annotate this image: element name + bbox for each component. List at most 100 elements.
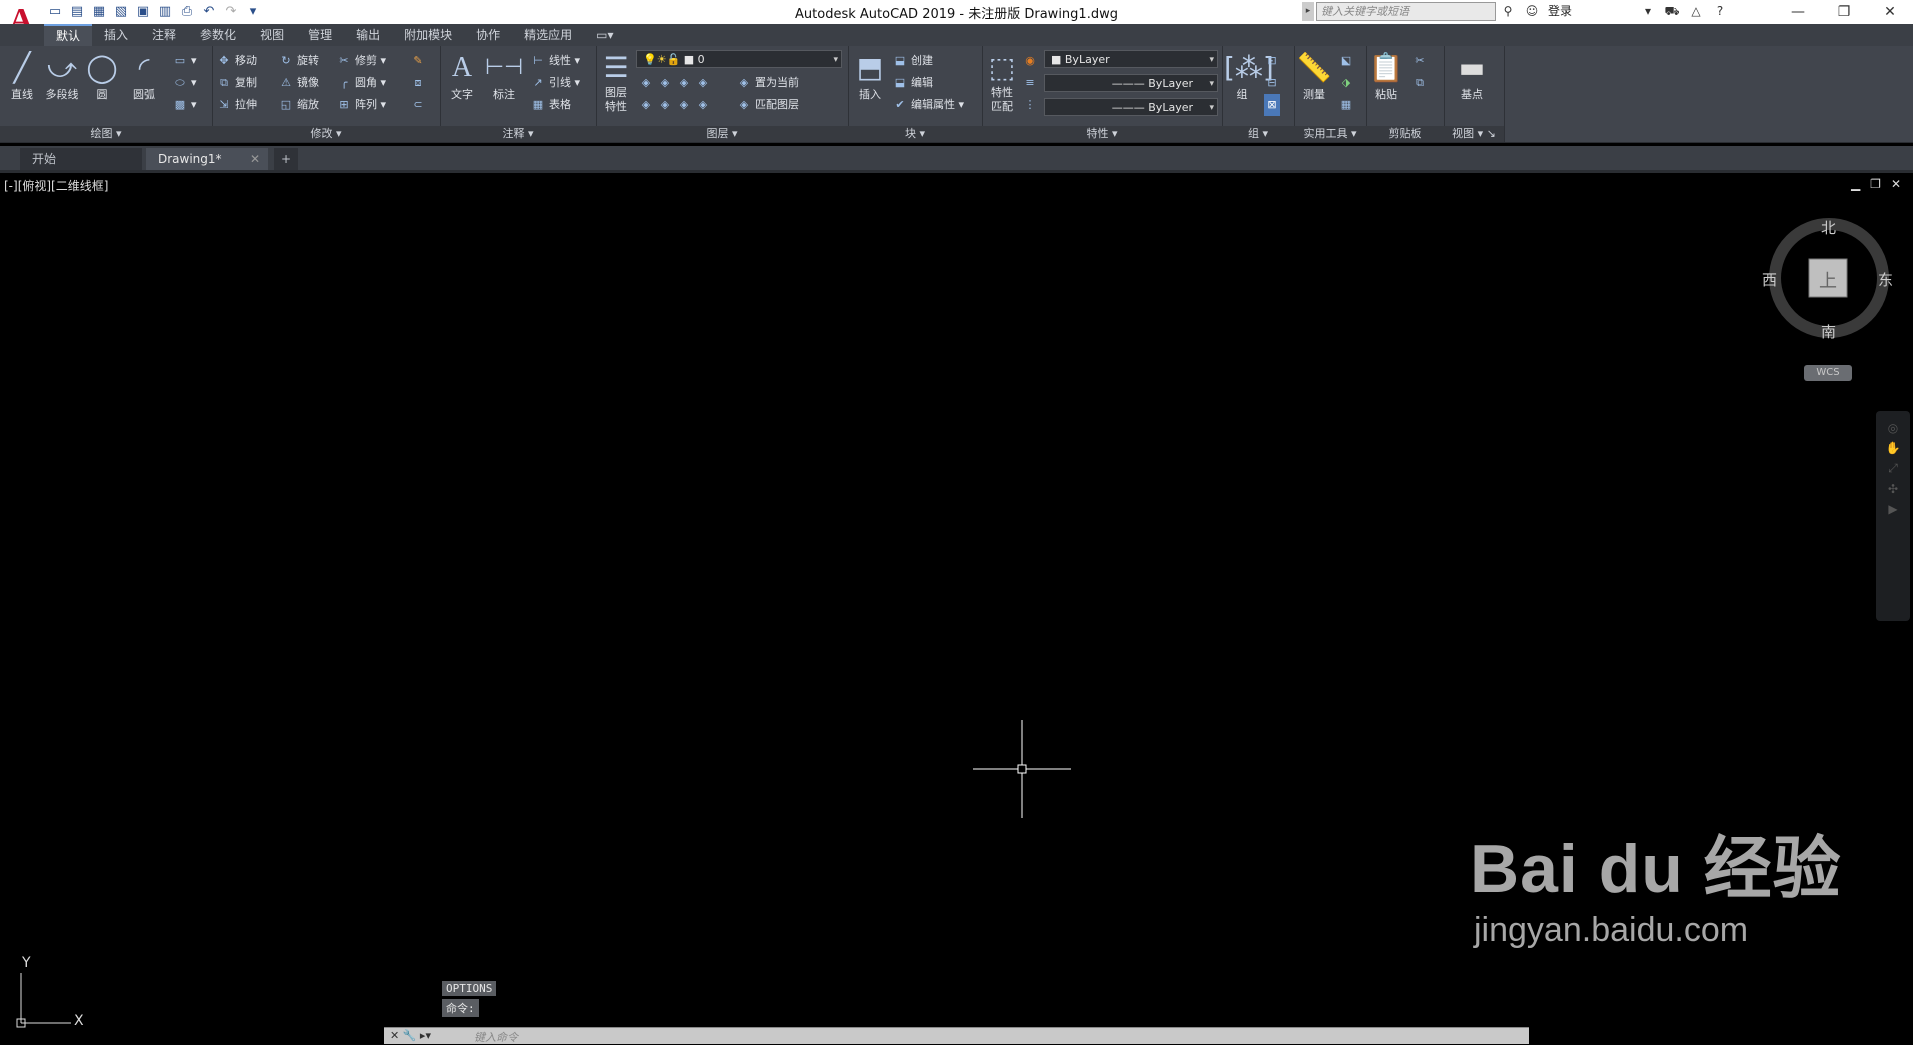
viewcube[interactable]: 北 南 西 东 上 <box>1762 215 1893 342</box>
array-button[interactable]: ⊞ 阵列 ▾ <box>336 94 386 116</box>
tab-parametric[interactable]: 参数化 <box>188 24 248 46</box>
erase-button[interactable]: ✎ <box>410 50 429 72</box>
tab-collaborate[interactable]: 协作 <box>464 24 512 46</box>
table-button[interactable]: ▦ 表格 <box>530 94 571 116</box>
layer-properties-button[interactable]: ☰ 图层特性 <box>598 50 634 114</box>
panel-title-groups[interactable]: 组 ▾ <box>1222 126 1294 142</box>
steering-wheel-icon[interactable]: ◎ <box>1888 421 1898 435</box>
close-icon[interactable]: ✕ <box>1867 0 1913 24</box>
panel-title-view[interactable]: 视图 ▾ ↘ <box>1444 126 1504 142</box>
mirror-button[interactable]: ⚠ 镜像 <box>278 72 319 94</box>
paste-button[interactable]: 📋 粘贴 <box>1368 50 1404 102</box>
panel-title-layers[interactable]: 图层 ▾ <box>596 126 848 142</box>
vp-close-icon[interactable]: ✕ <box>1891 177 1901 191</box>
search-input[interactable]: 键入关键字或短语 <box>1316 2 1496 21</box>
login-link[interactable]: 登录 <box>1548 2 1572 19</box>
tab-annotate[interactable]: 注释 <box>140 24 188 46</box>
base-button[interactable]: ▬ 基点 <box>1450 50 1494 102</box>
tab-view[interactable]: 视图 <box>248 24 296 46</box>
exchange-icon[interactable]: △ <box>1688 3 1704 19</box>
wcs-menu[interactable]: WCS <box>1804 365 1852 381</box>
binoculars-icon[interactable]: ⚲ <box>1500 3 1516 19</box>
panel-title-properties[interactable]: 特性 ▾ <box>982 126 1222 142</box>
text-button[interactable]: A 文字 <box>442 50 482 102</box>
edit-block-button[interactable]: ⬓ 编辑 <box>892 72 933 94</box>
user-icon[interactable]: ☺ <box>1524 3 1540 19</box>
tab-manage[interactable]: 管理 <box>296 24 344 46</box>
polyline-button[interactable]: ⤻ 多段线 <box>42 50 82 102</box>
new-tab-button[interactable]: + <box>274 148 298 170</box>
panel-title-utilities[interactable]: 实用工具 ▾ <box>1294 126 1366 142</box>
line-button[interactable]: ╱ 直线 <box>2 50 42 102</box>
create-block-button[interactable]: ⬓ 创建 <box>892 50 933 72</box>
panel-title-clipboard[interactable]: 剪贴板 <box>1366 126 1444 142</box>
stretch-button[interactable]: ⇲ 拉伸 <box>216 94 257 116</box>
zoom-extents-icon[interactable]: ⤢ <box>1888 461 1898 476</box>
cmdline-settings-icon[interactable]: 🔧 <box>403 1029 417 1042</box>
group-button[interactable]: [⁂] 组 <box>1224 50 1274 102</box>
quick-select-icon[interactable]: ⬕ <box>1338 50 1357 72</box>
cut-icon[interactable]: ✂ <box>1412 50 1431 72</box>
layer-combo[interactable]: 💡☀🔓 ■ 0 ▾ <box>636 50 842 68</box>
calculator-icon[interactable]: ▦ <box>1338 94 1357 116</box>
ungroup-icon[interactable]: ⊡ <box>1264 50 1283 72</box>
pan-icon[interactable]: ✋ <box>1886 441 1901 455</box>
dimension-button[interactable]: ⊢⊣ 标注 <box>484 50 524 102</box>
restore-icon[interactable]: ❐ <box>1821 0 1867 24</box>
tab-insert[interactable]: 插入 <box>92 24 140 46</box>
explode-button[interactable]: ⧈ <box>410 72 429 94</box>
minimize-icon[interactable]: — <box>1775 0 1821 24</box>
set-current-button[interactable]: ◈ 置为当前 <box>736 72 799 94</box>
command-line[interactable]: ✕ 🔧 ▸▾ 键入命令 <box>384 1027 1529 1044</box>
circle-button[interactable]: ◯ 圆 <box>82 50 122 102</box>
measure-button[interactable]: 📏 测量 <box>1296 50 1332 102</box>
select-all-icon[interactable]: ⬗ <box>1338 72 1357 94</box>
rectangle-button[interactable]: ▭ ▾ <box>172 50 197 72</box>
viewcube-south[interactable]: 南 <box>1821 321 1836 342</box>
search-expand-icon[interactable]: ▸ <box>1302 2 1314 21</box>
panel-title-annotation[interactable]: 注释 ▾ <box>440 126 596 142</box>
cmdline-close-icon[interactable]: ✕ <box>390 1029 399 1042</box>
move-button[interactable]: ✥ 移动 <box>216 50 257 72</box>
leader-button[interactable]: ↗ 引线 ▾ <box>530 72 580 94</box>
login-dropdown-icon[interactable]: ▾ <box>1640 3 1656 19</box>
ellipse-button[interactable]: ⬭ ▾ <box>172 72 196 94</box>
panel-title-draw[interactable]: 绘图 ▾ <box>0 126 212 142</box>
panel-title-block[interactable]: 块 ▾ <box>848 126 982 142</box>
ribbon-options-icon[interactable]: ▭▾ <box>584 24 625 46</box>
group-edit-icon[interactable]: ⊟ <box>1264 72 1283 94</box>
command-input[interactable]: 键入命令 <box>474 1029 518 1045</box>
arc-button[interactable]: ◜ 圆弧 <box>124 50 164 102</box>
help-icon[interactable]: ? <box>1712 3 1728 19</box>
scale-button[interactable]: ◱ 缩放 <box>278 94 319 116</box>
tab-featured-apps[interactable]: 精选应用 <box>512 24 584 46</box>
tab-output[interactable]: 输出 <box>344 24 392 46</box>
color-combo[interactable]: ■ ByLayer ▾ <box>1044 50 1218 68</box>
copy-button[interactable]: ⧉ 复制 <box>216 72 257 94</box>
cmdline-recent-icon[interactable]: ▸▾ <box>420 1029 431 1042</box>
lineweight-combo[interactable]: ——— ByLayer ▾ <box>1044 98 1218 116</box>
tab-addins[interactable]: 附加模块 <box>392 24 464 46</box>
layer-tools-row1[interactable]: ◈ ◈ ◈ ◈ <box>638 72 714 94</box>
vp-restore-icon[interactable]: ❐ <box>1870 177 1881 191</box>
panel-title-modify[interactable]: 修改 ▾ <box>212 126 440 142</box>
copy-clip-icon[interactable]: ⧉ <box>1412 72 1431 94</box>
linear-dim-button[interactable]: ⊢ 线性 ▾ <box>530 50 580 72</box>
rotate-button[interactable]: ↻ 旋转 <box>278 50 319 72</box>
tab-drawing1[interactable]: Drawing1* ✕ <box>146 148 268 170</box>
close-tab-icon[interactable]: ✕ <box>250 148 260 170</box>
tab-start[interactable]: 开始 <box>20 148 142 170</box>
hatch-button[interactable]: ▩ ▾ <box>172 94 197 116</box>
trim-button[interactable]: ✂ 修剪 ▾ <box>336 50 386 72</box>
showmotion-icon[interactable]: ▶ <box>1888 502 1897 516</box>
layer-tools-row2[interactable]: ◈ ◈ ◈ ◈ <box>638 94 714 116</box>
orbit-icon[interactable]: ✣ <box>1888 482 1898 496</box>
viewcube-east[interactable]: 东 <box>1878 269 1893 290</box>
viewport-label[interactable]: [-][俯视][二维线框] <box>4 177 108 194</box>
insert-block-button[interactable]: ⬒ 插入 <box>850 50 890 102</box>
viewcube-west[interactable]: 西 <box>1762 269 1777 290</box>
vp-minimize-icon[interactable]: ▁ <box>1851 177 1860 191</box>
cart-icon[interactable]: ⛟ <box>1664 3 1680 19</box>
group-select-icon[interactable]: ⊠ <box>1264 94 1283 116</box>
offset-button[interactable]: ⊂ <box>410 94 429 116</box>
